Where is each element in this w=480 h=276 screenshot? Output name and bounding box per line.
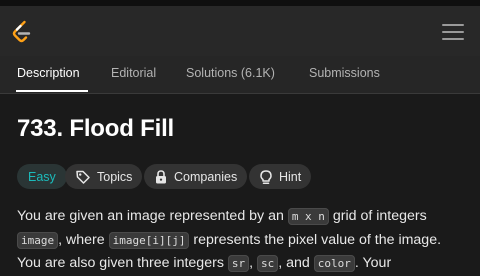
description-text: , and [278,255,314,271]
problem-tabs: Description Editorial Solutions (6.1K) S… [0,56,480,94]
tag-icon [76,170,90,184]
companies-chip[interactable]: Companies [144,164,248,189]
description-text: , [249,255,257,271]
hint-chip[interactable]: Hint [249,164,312,189]
active-tab-indicator [16,90,88,92]
description-text: grid of integers [328,208,427,224]
topics-label: Topics [97,169,133,184]
hamburger-menu-icon[interactable] [442,24,464,40]
inline-code: sc [257,255,279,272]
topics-chip[interactable]: Topics [65,164,143,189]
description-text: , where [58,231,109,248]
inline-code: image[i][j] [108,231,190,249]
lock-icon [156,169,166,183]
hint-label: Hint [279,169,302,184]
inline-code: image [17,231,59,249]
leetcode-logo-icon[interactable] [10,20,34,44]
inline-code: m x n [287,208,329,225]
top-navigation-bar [0,6,480,56]
problem-description: You are given an image represented by an… [17,205,467,276]
tab-editorial[interactable]: Editorial [111,66,156,80]
problem-title: 733. Flood Fill [17,115,175,142]
tab-submissions[interactable]: Submissions [309,66,380,80]
companies-label: Companies [174,169,238,184]
difficulty-label: Easy [28,169,56,184]
tab-solutions[interactable]: Solutions (6.1K) [186,66,275,80]
description-text: You are given an image represented by an [17,208,288,224]
tab-description[interactable]: Description [17,66,80,80]
description-text: . Your [354,255,392,271]
difficulty-badge: Easy [17,164,67,189]
lightbulb-icon [260,169,272,184]
inline-code: color [313,255,355,272]
inline-code: sr [227,255,250,272]
